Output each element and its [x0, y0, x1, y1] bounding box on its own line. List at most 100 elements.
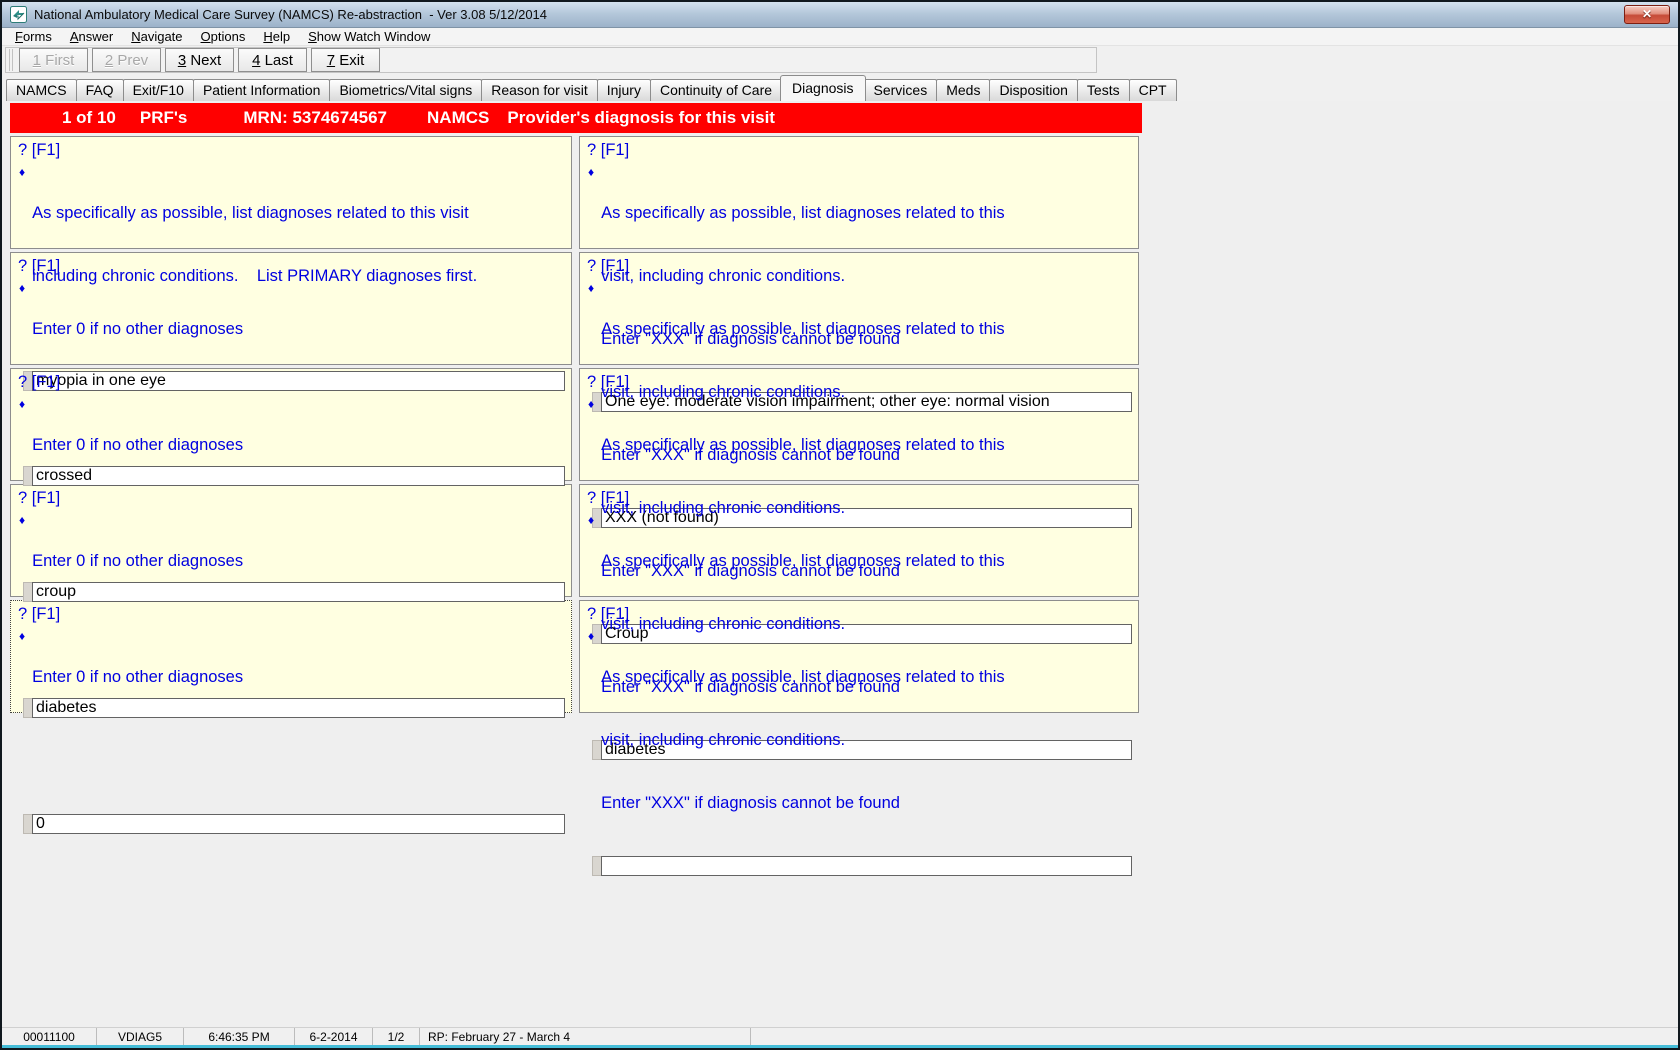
button-label: Last [260, 51, 293, 69]
diagnosis-lookup-input-5[interactable] [601, 856, 1132, 876]
help-tag: ? [F1] [587, 257, 630, 275]
menu-label: H [263, 29, 273, 44]
button-label: Next [186, 51, 222, 69]
tab-namcs[interactable]: NAMCS [6, 79, 77, 101]
title-bar: National Ambulatory Medical Care Survey … [2, 2, 1678, 28]
status-page: 1/2 [373, 1028, 420, 1045]
column-diagnosis-lookup: ? [F1] ♦ As specifically as possible, li… [579, 136, 1139, 876]
instruction-line: As specifically as possible, list diagno… [601, 204, 1005, 222]
nav-last-button[interactable]: 4 Last [238, 48, 307, 72]
diagnosis-panel-left-1: ? [F1] ♦ As specifically as possible, li… [10, 136, 572, 391]
menu-label: avigate [140, 29, 183, 44]
diagnosis-panel-right-4: ? [F1] ♦ As specifically as possible, li… [579, 484, 1139, 760]
menu-label: nswer [78, 29, 114, 44]
window-frame-accent [2, 1045, 1678, 1048]
menu-label: how Watch Window [316, 29, 431, 44]
tab-reason-for-visit[interactable]: Reason for visit [481, 79, 598, 101]
close-button[interactable]: ✕ [1624, 5, 1670, 24]
menu-label: N [131, 29, 141, 44]
help-tag: ? [F1] [587, 373, 630, 391]
toolbar-gripper[interactable] [9, 49, 14, 71]
instruction-line: As specifically as possible, list diagno… [601, 668, 1005, 686]
window-title: National Ambulatory Medical Care Survey … [34, 7, 548, 22]
field-handle [23, 814, 32, 834]
instruction-line: As specifically as possible, list diagno… [601, 552, 1005, 570]
help-tag: ? [F1] [18, 605, 61, 623]
menu-label: ptions [210, 29, 246, 44]
menu-options[interactable]: Options [192, 29, 255, 44]
input-row [592, 856, 1132, 876]
status-bar: 00011100 VDIAG5 6:46:35 PM 6-2-2014 1/2 … [2, 1027, 1678, 1045]
tab-tests[interactable]: Tests [1076, 79, 1130, 101]
diagnosis-panel-right-2: ? [F1] ♦ As specifically as possible, li… [579, 252, 1139, 528]
column-diagnosis-text: ? [F1] ♦ As specifically as possible, li… [10, 136, 572, 834]
instruction: ♦ Enter 0 if no other diagnoses [18, 625, 566, 814]
tab-cpt[interactable]: CPT [1128, 79, 1177, 101]
diagnosis-panel-left-5: ? [F1] ♦ Enter 0 if no other diagnoses [10, 600, 572, 834]
help-tag: ? [F1] [587, 489, 630, 507]
field-handle [592, 856, 601, 876]
tab-continuity-of-care[interactable]: Continuity of Care [649, 79, 783, 101]
tab-meds[interactable]: Meds [936, 79, 991, 101]
tab-services[interactable]: Services [863, 79, 938, 101]
diagnosis-text-input-5[interactable] [32, 814, 565, 834]
instruction-line: Enter 0 if no other diagnoses [32, 668, 244, 686]
tab-exit-f10[interactable]: Exit/F10 [122, 79, 194, 101]
menu-show-watch-window[interactable]: Show Watch Window [299, 29, 439, 44]
app-icon [10, 6, 27, 23]
help-tag: ? [F1] [18, 257, 61, 275]
menu-navigate[interactable]: Navigate [122, 29, 191, 44]
button-label: First [41, 51, 75, 69]
help-tag: ? [F1] [587, 141, 630, 159]
mrn-label: MRN: 5374674567 [243, 108, 388, 127]
tab-biometrics-vital-signs[interactable]: Biometrics/Vital signs [329, 79, 483, 101]
button-label: 1 [32, 51, 41, 69]
menu-bar: Forms Answer Navigate Options Help Show … [2, 28, 1678, 46]
tab-diagnosis[interactable]: Diagnosis [780, 75, 866, 101]
record-position: 1 of 10 [62, 108, 116, 127]
exit-button[interactable]: 7 Exit [311, 48, 380, 72]
status-time: 6:46:35 PM [184, 1028, 295, 1045]
status-field-name: VDIAG5 [97, 1028, 184, 1045]
menu-label: A [69, 29, 79, 44]
button-label: Prev [113, 51, 149, 69]
instruction-line: As specifically as possible, list diagno… [32, 204, 469, 222]
button-label: 3 [177, 51, 187, 69]
tab-faq[interactable]: FAQ [75, 79, 124, 101]
menu-answer[interactable]: Answer [61, 29, 122, 44]
diagnosis-panel-right-3: ? [F1] ♦ As specifically as possible, li… [579, 368, 1139, 644]
status-filler [751, 1028, 1678, 1045]
bullet-icon: ♦ [19, 629, 26, 643]
instruction-line: As specifically as possible, list diagno… [601, 320, 1005, 338]
menu-help[interactable]: Help [254, 29, 299, 44]
menu-label: elp [272, 29, 291, 44]
instruction-line: Enter "XXX" if diagnosis cannot be found [601, 794, 900, 812]
toolbar-band: 1 First 2 Prev 3 Next 4 Last 7 Exit [5, 47, 1097, 73]
menu-label: S [308, 29, 317, 44]
record-banner: 1 of 10 PRF's MRN: 5374674567 NAMCS Prov… [10, 103, 1142, 133]
tab-injury[interactable]: Injury [596, 79, 651, 101]
button-label: Exit [335, 51, 365, 69]
nav-first-button[interactable]: 1 First [19, 48, 88, 72]
instruction-line: Enter 0 if no other diagnoses [32, 436, 244, 454]
menu-forms[interactable]: Forms [6, 29, 61, 44]
diagnosis-panel-right-1: ? [F1] ♦ As specifically as possible, li… [579, 136, 1139, 412]
instruction: ♦ As specifically as possible, list diag… [587, 625, 1133, 856]
instruction-line: Enter 0 if no other diagnoses [32, 552, 244, 570]
form-area: 1 of 10 PRF's MRN: 5374674567 NAMCS Prov… [2, 101, 1678, 1027]
close-icon: ✕ [1641, 7, 1653, 21]
tab-patient-information[interactable]: Patient Information [192, 79, 331, 101]
toolbar: 1 First 2 Prev 3 Next 4 Last 7 Exit [2, 46, 1678, 75]
tab-disposition[interactable]: Disposition [989, 79, 1078, 101]
nav-prev-button[interactable]: 2 Prev [92, 48, 161, 72]
instruction-line: As specifically as possible, list diagno… [601, 436, 1005, 454]
help-tag: ? [F1] [18, 373, 61, 391]
help-tag: ? [F1] [18, 141, 61, 159]
survey-label: NAMCS [427, 108, 490, 127]
diagnosis-panel-left-2: ? [F1] ♦ Enter 0 if no other diagnoses [10, 252, 572, 486]
nav-next-button[interactable]: 3 Next [165, 48, 234, 72]
instruction-line: Enter 0 if no other diagnoses [32, 320, 244, 338]
help-tag: ? [F1] [587, 605, 630, 623]
menu-label: O [200, 29, 211, 44]
app-window: National Ambulatory Medical Care Survey … [0, 0, 1680, 1050]
